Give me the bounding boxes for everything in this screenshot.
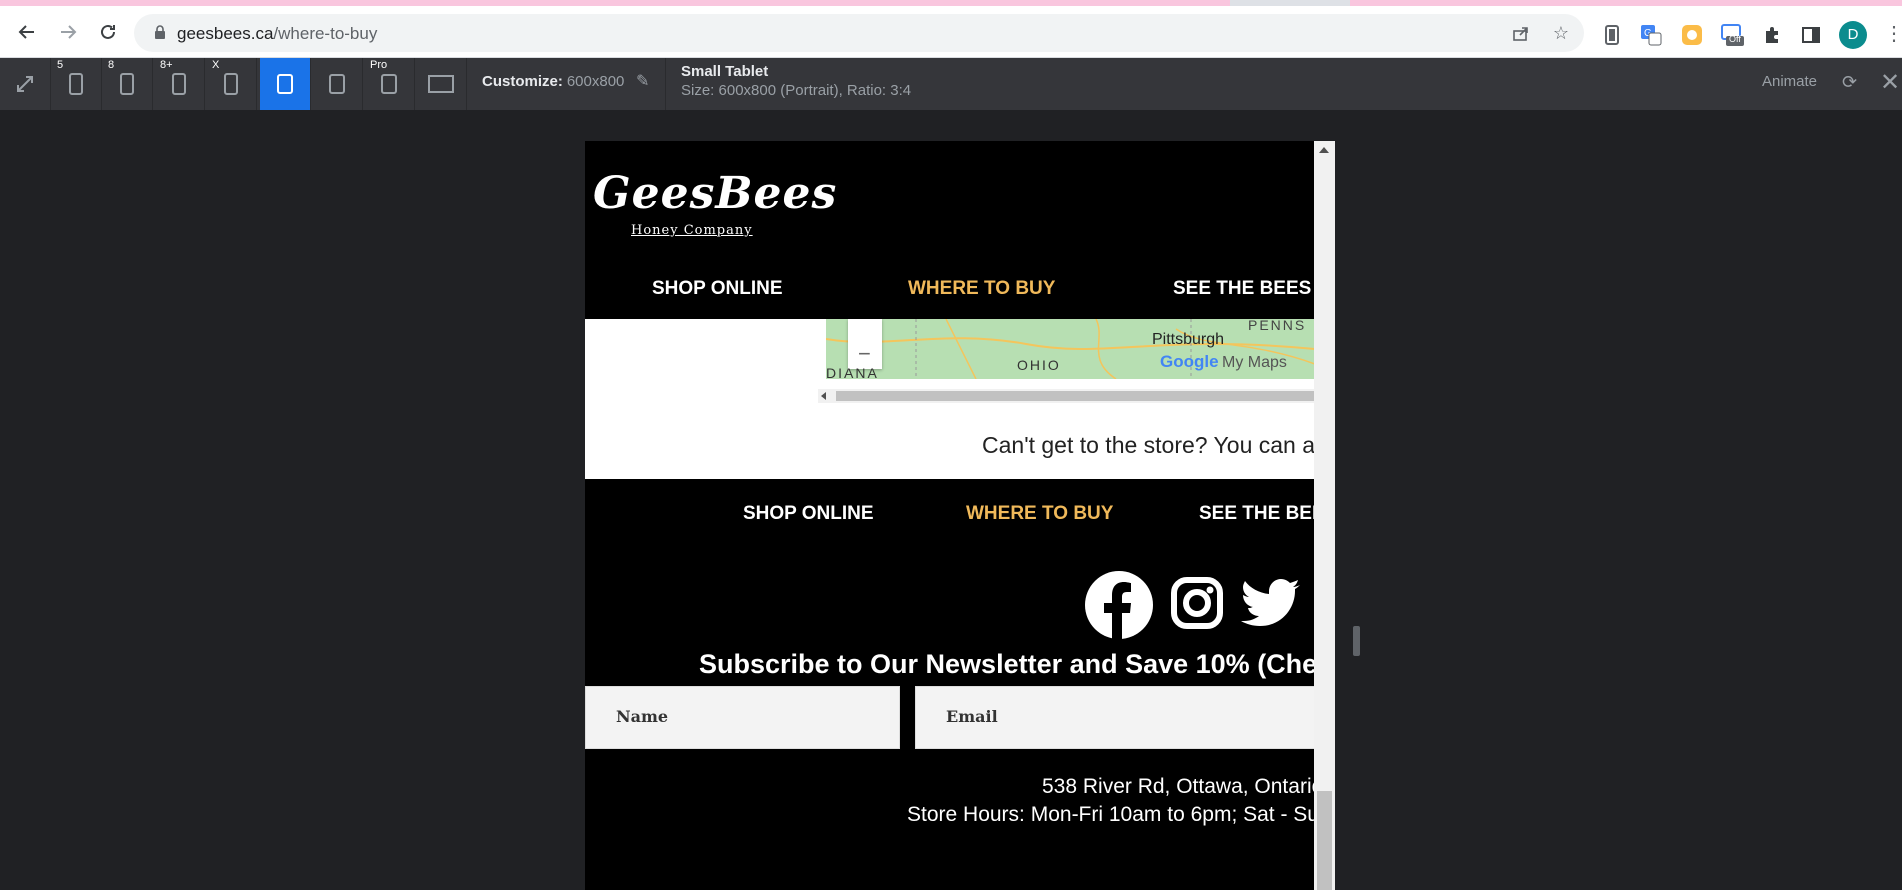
extension-translate-icon[interactable]: G [1639,23,1663,47]
device-iphone-5-button[interactable]: 5 [51,58,102,110]
device-label: 8 [108,59,115,71]
site-footer: SHOP ONLINE WHERE TO BUY SEE THE BEE Sub… [585,479,1335,890]
map-label-pittsburgh: Pittsburgh [1152,331,1225,348]
logo-script: GeesBees [593,168,838,219]
emulated-viewport: GeesBees Honey Company SHOP ONLINE WHERE… [585,141,1335,890]
twitter-icon[interactable] [1241,579,1301,634]
device-label: X [212,59,220,71]
nav-see-the-bees[interactable]: SEE THE BEES [1173,278,1311,300]
device-iphone-8-button[interactable]: 8 [102,58,153,110]
customize-value: 600x800 [566,73,625,90]
address-bar[interactable]: geesbees.ca/where-to-buy ☆ [134,14,1584,52]
store-map[interactable]: − PENNS Pittsburgh OHIO DIANA Google My … [826,319,1315,379]
scroll-left-arrow-icon[interactable] [821,392,826,400]
url-path: /where-to-buy [273,24,378,43]
fullscreen-toggle-button[interactable] [0,58,51,110]
customize-size[interactable]: Customize: 600x800 [482,73,624,90]
forward-arrow-icon [61,25,77,39]
back-button[interactable] [11,16,43,48]
reload-button[interactable] [92,16,124,48]
device-label: Pro [370,59,388,71]
map-horizontal-scrollbar[interactable] [818,389,1315,403]
monitor-icon [428,75,454,93]
pencil-icon[interactable]: ✎ [636,71,649,91]
facebook-icon[interactable] [1085,571,1153,644]
logo-subtitle: Honey Company [631,223,753,238]
store-address: 538 River Rd, Ottawa, Ontario [1042,775,1324,798]
forward-button[interactable] [52,16,84,48]
google-wordmark: Google [1160,352,1219,371]
tablet-icon [329,74,345,94]
scrollbar-thumb[interactable] [1317,791,1332,890]
device-desktop-button[interactable] [416,58,467,110]
viewport-vertical-scrollbar[interactable] [1314,141,1335,890]
animate-button[interactable]: Animate [1762,73,1817,90]
extension-device-icon[interactable] [1600,23,1624,47]
expand-icon [17,76,33,92]
url-domain: geesbees.ca [177,24,274,43]
footer-nav-where-to-buy[interactable]: WHERE TO BUY [966,503,1113,525]
reload-icon [101,24,115,39]
phone-icon [69,73,83,95]
bookmark-star-icon[interactable]: ☆ [1550,23,1572,45]
device-iphone-8plus-button[interactable]: 8+ [154,58,205,110]
rotate-icon[interactable]: ⟳ [1842,72,1857,93]
side-panel-icon[interactable] [1799,23,1823,47]
profile-avatar[interactable]: D [1839,21,1867,49]
device-name: Small Tablet [681,63,769,80]
promo-text: Can't get to the store? You can als [982,432,1332,458]
device-size: Size: 600x800 (Portrait), Ratio: 3:4 [681,82,912,99]
map-label-pennsylvania: PENNS [1248,319,1307,333]
instagram-icon[interactable] [1171,577,1223,634]
newsletter-heading: Subscribe to Our Newsletter and Save 10%… [699,649,1318,679]
email-field[interactable]: Email [915,686,1335,749]
browser-toolbar: geesbees.ca/where-to-buy ☆ G Off D ⋮ [0,6,1902,58]
lock-icon [155,25,165,39]
phone-icon [224,73,238,95]
close-icon[interactable]: ✕ [1880,68,1900,97]
nav-shop-online[interactable]: SHOP ONLINE [652,278,783,300]
browser-menu-icon[interactable]: ⋮ [1884,21,1902,49]
scroll-up-arrow-icon[interactable] [1319,147,1329,153]
map-label-indiana: DIANA [826,365,879,379]
device-label: 8+ [160,59,173,71]
extension-off-icon[interactable]: Off [1720,23,1744,47]
customize-label: Customize: [482,73,563,90]
my-maps-label: My Maps [1222,354,1287,371]
tablet-icon [277,74,293,94]
device-tablet-button[interactable] [312,58,363,110]
store-hours: Store Hours: Mon-Fri 10am to 6pm; Sat - … [907,803,1331,826]
nav-where-to-buy[interactable]: WHERE TO BUY [908,278,1055,300]
phone-icon [172,73,186,95]
responsive-tester-bar: 5 8 8+ X Pro Customize: 600x800 ✎ Small T… [0,58,1902,110]
url-text[interactable]: geesbees.ca/where-to-buy [177,24,377,44]
device-ipad-pro-button[interactable]: Pro [364,58,415,110]
map-label-ohio: OHIO [1017,357,1061,373]
back-arrow-icon [18,25,34,39]
name-field[interactable]: Name [585,686,900,749]
device-iphone-x-button[interactable]: X [206,58,257,110]
phone-icon [120,73,134,95]
share-icon[interactable] [1510,23,1532,45]
tablet-icon [381,74,397,94]
scrollbar-thumb[interactable] [836,391,1315,401]
site-header: GeesBees Honey Company SHOP ONLINE WHERE… [585,141,1315,319]
zoom-out-icon[interactable]: − [858,341,871,367]
google-logo: Google [1160,352,1219,372]
extension-orange-icon[interactable] [1680,23,1704,47]
divider [665,58,666,110]
footer-nav-see-the-bees[interactable]: SEE THE BEE [1199,503,1325,525]
viewport-resize-handle[interactable] [1353,626,1360,656]
extensions-puzzle-icon[interactable] [1760,23,1784,47]
site-logo[interactable]: GeesBees Honey Company [593,168,836,248]
device-small-tablet-button[interactable] [260,58,311,110]
extension-off-badge: Off [1729,34,1741,44]
device-label: 5 [57,59,64,71]
map-zoom-controls[interactable]: − [848,319,882,369]
footer-nav-shop-online[interactable]: SHOP ONLINE [743,503,874,525]
